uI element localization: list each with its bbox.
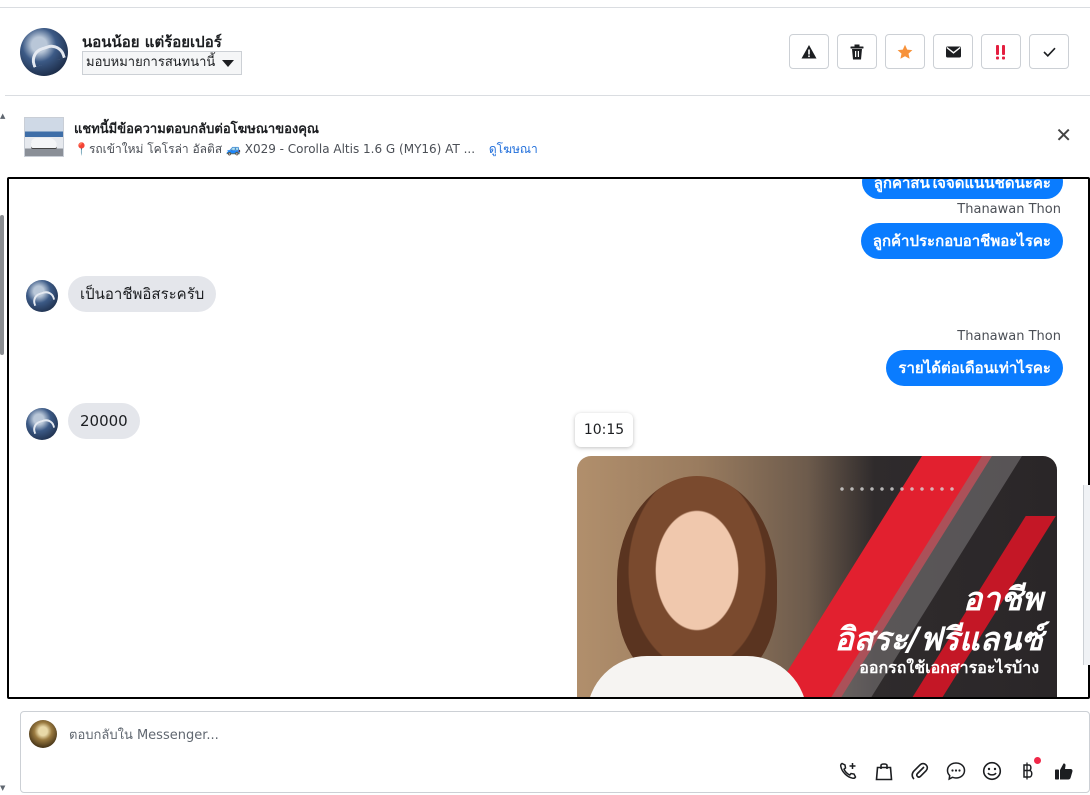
done-button[interactable] <box>1029 34 1069 69</box>
promo-dots <box>837 484 957 496</box>
star-button[interactable] <box>885 34 925 69</box>
conversation-actions <box>789 34 1069 69</box>
warning-icon <box>801 44 817 58</box>
ad-name: รถเข้าใหม่ โคโรล่า อัลติส 🚙 X029 - Corol… <box>88 142 476 156</box>
message-thread[interactable]: ลูกค้าสนใจจัดแน่นชัดนะคะ Thanawan Thon ล… <box>7 177 1090 699</box>
reply-input[interactable] <box>69 724 969 746</box>
incoming-message[interactable]: เป็นอาชีพอิสระครับ <box>68 276 217 312</box>
ad-banner-title: แชทนี้มีข้อความตอบกลับต่อโฆษณาของคุณ <box>74 122 319 137</box>
close-icon[interactable]: ✕ <box>1055 125 1072 145</box>
follow-up-button[interactable] <box>981 34 1021 69</box>
like-button[interactable] <box>1053 760 1075 782</box>
outgoing-message[interactable]: ลูกค้าประกอบอาชีพอะไรคะ <box>860 223 1063 259</box>
left-scrollbar-thumb[interactable] <box>0 215 4 355</box>
exclamation-icon <box>996 44 1005 59</box>
promo-caption: ออกรถใช้เอกสารอะไรบ้าง <box>859 658 1039 677</box>
paperclip-icon <box>911 762 929 780</box>
scroll-down-arrow-icon[interactable]: ▼ <box>0 784 5 792</box>
star-icon <box>897 44 913 59</box>
attach-button[interactable] <box>909 760 931 782</box>
mark-unread-button[interactable] <box>933 34 973 69</box>
saved-replies-button[interactable] <box>945 760 967 782</box>
shopping-bag-icon <box>875 763 893 781</box>
chat-bubble-icon <box>946 762 966 781</box>
notification-dot <box>1034 757 1041 764</box>
spam-button[interactable] <box>789 34 829 69</box>
assign-conversation-label: มอบหมายการสนทนานี้ <box>86 55 216 70</box>
message-composer <box>20 711 1090 793</box>
envelope-icon <box>945 46 961 57</box>
composer-tools <box>837 757 1075 782</box>
contact-avatar-small[interactable] <box>26 280 58 312</box>
sender-name: Thanawan Thon <box>957 202 1061 217</box>
baht-icon <box>1023 762 1033 780</box>
ad-reply-banner: แชทนี้มีข้อความตอบกลับต่อโฆษณาของคุณ 📍รถ… <box>5 97 1090 177</box>
timestamp-tooltip: 10:15 <box>575 413 633 447</box>
sender-name: Thanawan Thon <box>957 329 1061 344</box>
view-ad-link[interactable]: ดูโฆษณา <box>489 142 538 156</box>
promo-image-message[interactable]: อาชีพ อิสระ/ฟรีแลนซ์ ออกรถใช้เอกสารอะไรบ… <box>577 456 1057 697</box>
check-icon <box>1042 47 1056 57</box>
shop-button[interactable] <box>873 760 895 782</box>
payment-button[interactable] <box>1017 757 1041 782</box>
contact-avatar[interactable] <box>20 28 68 76</box>
thumbs-up-icon <box>1055 763 1073 780</box>
promo-person-shirt <box>587 656 807 697</box>
ad-banner-subtitle: 📍รถเข้าใหม่ โคโรล่า อัลติส 🚙 X029 - Coro… <box>74 140 538 159</box>
assign-conversation-dropdown[interactable]: มอบหมายการสนทนานี้ <box>82 51 243 75</box>
phone-plus-icon <box>839 762 857 780</box>
call-button[interactable] <box>837 760 859 782</box>
pin-icon: 📍 <box>74 142 89 156</box>
promo-person <box>617 476 777 686</box>
outgoing-message[interactable]: รายได้ต่อเดือนเท่าไรคะ <box>886 350 1063 386</box>
caret-down-icon <box>222 60 235 67</box>
ad-thumbnail[interactable] <box>24 117 64 157</box>
emoji-button[interactable] <box>981 760 1003 782</box>
emoji-icon <box>982 761 1002 781</box>
right-side-panel-edge[interactable] <box>1083 485 1090 665</box>
messenger-conversation-page: ▲ ▼ นอนน้อย แต่ร้อยเปอร์ มอบหมายการสนทนา… <box>0 0 1090 795</box>
conversation-header: นอนน้อย แต่ร้อยเปอร์ มอบหมายการสนทนานี้ <box>5 8 1090 96</box>
delete-button[interactable] <box>837 34 877 69</box>
contact-avatar-small[interactable] <box>26 408 58 440</box>
page-avatar <box>29 720 57 748</box>
outgoing-message[interactable]: ลูกค้าสนใจจัดแน่นชัดนะคะ <box>861 179 1063 199</box>
incoming-message[interactable]: 20000 <box>68 403 140 439</box>
trash-icon <box>850 44 864 59</box>
